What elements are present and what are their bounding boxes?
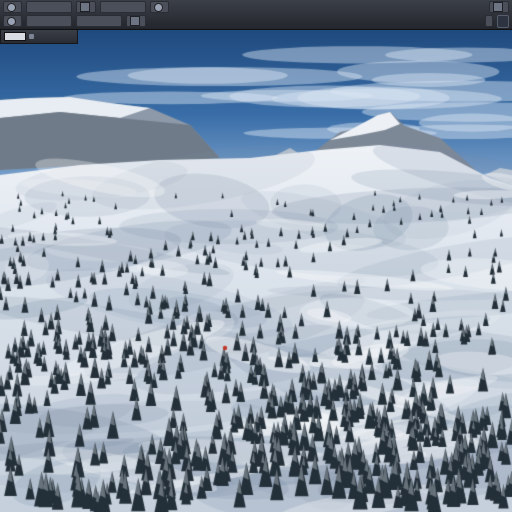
- toolbar-option-5[interactable]: [485, 15, 493, 27]
- toolbar-menu-view[interactable]: [76, 1, 96, 13]
- toolbar-option-2[interactable]: [26, 15, 72, 27]
- toolbar-option-1[interactable]: [3, 15, 22, 27]
- top-toolbar: [0, 0, 512, 30]
- app-brand-label: [497, 14, 509, 28]
- toolbar-row-primary: [0, 1, 512, 13]
- sub-toolbar-panel: [0, 30, 78, 44]
- subpanel-input[interactable]: [4, 32, 26, 41]
- color-swatch-icon: [493, 2, 503, 12]
- toolbar-menu-file[interactable]: [3, 1, 22, 13]
- toolbar-menu-tools[interactable]: [150, 1, 169, 13]
- toolbar-button-icon: [7, 16, 16, 26]
- terrain-viewport[interactable]: [0, 0, 512, 512]
- toolbar-button-icon: [154, 2, 163, 12]
- toolbar-menu-help[interactable]: [489, 1, 509, 13]
- toolbar-option-4[interactable]: [126, 15, 146, 27]
- toolbar-menu-edit[interactable]: [26, 1, 72, 13]
- marker-icon: [29, 34, 34, 39]
- toolbar-button-icon: [7, 2, 16, 12]
- color-swatch-icon: [130, 16, 140, 26]
- color-swatch-icon: [80, 2, 90, 12]
- toolbar-row-secondary: [0, 14, 512, 28]
- toolbar-option-3[interactable]: [76, 15, 122, 27]
- toolbar-menu-terrain[interactable]: [100, 1, 146, 13]
